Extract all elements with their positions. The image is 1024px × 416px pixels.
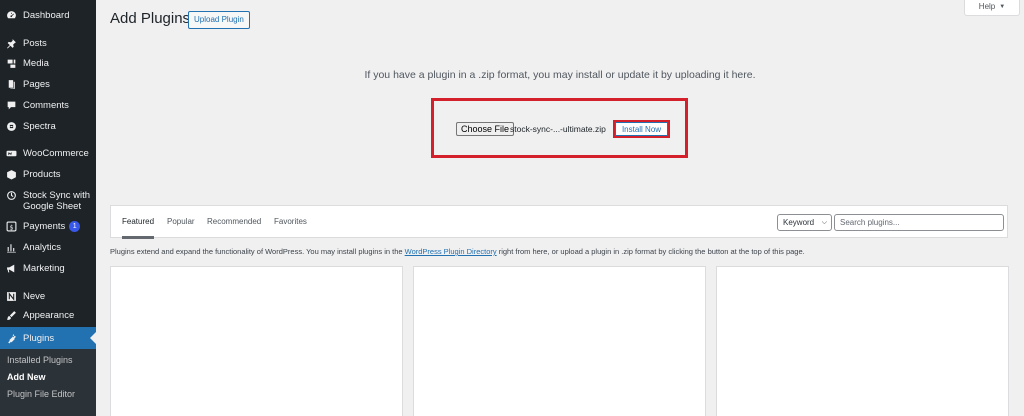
admin-sidebar: Dashboard Posts Media Pages Comments Spe… (0, 0, 96, 416)
products-icon (6, 169, 17, 180)
sidebar-item-label: Dashboard (23, 10, 70, 21)
upload-form-highlight: Choose File stock-sync-...-ultimate.zip … (431, 98, 688, 158)
brush-icon (6, 310, 17, 321)
plugins-submenu: Installed Plugins Add New Plugin File Ed… (0, 349, 96, 416)
chevron-down-icon: ⌵ (821, 219, 827, 226)
sidebar-item-label: Pages (23, 79, 50, 90)
page-title: Add Plugins (110, 10, 191, 27)
payments-badge: 1 (69, 221, 81, 232)
upload-instruction: If you have a plugin in a .zip format, y… (364, 69, 756, 81)
main-content: Add Plugins Upload Plugin Help ▼ If you … (96, 0, 1024, 416)
pages-icon (6, 79, 17, 90)
sidebar-item-dashboard[interactable]: Dashboard (0, 10, 96, 21)
media-icon (6, 58, 17, 69)
plugin-icon (6, 333, 17, 344)
plugin-filter-bar: Featured Popular Recommended Favorites K… (110, 205, 1008, 239)
sidebar-item-neve[interactable]: Neve (0, 291, 96, 302)
pin-icon (6, 38, 17, 49)
caret-down-icon: ▼ (999, 3, 1006, 10)
sidebar-item-label: Media (23, 58, 49, 69)
plugin-card (110, 266, 403, 416)
sidebar-item-products[interactable]: Products (0, 169, 96, 180)
install-now-button[interactable]: Install Now (615, 122, 668, 136)
description-text-end: right from here, or upload a plugin in .… (496, 247, 805, 256)
search-type-select[interactable]: Keyword ⌵ (777, 214, 832, 231)
search-type-value: Keyword (783, 218, 815, 227)
submenu-plugin-file-editor[interactable]: Plugin File Editor (0, 386, 96, 403)
plugin-card (413, 266, 706, 416)
tab-favorites[interactable]: Favorites (274, 206, 307, 239)
analytics-icon (6, 242, 17, 253)
sidebar-item-label: Analytics (23, 242, 62, 253)
sidebar-item-plugins[interactable]: Plugins (0, 327, 96, 349)
woo-icon (6, 148, 17, 159)
sidebar-item-label: Stock Sync with Google Sheet (23, 190, 91, 212)
tab-recommended[interactable]: Recommended (207, 206, 261, 239)
sidebar-item-label: Appearance (23, 310, 75, 321)
svg-text:$: $ (10, 224, 14, 231)
dashboard-icon (6, 10, 17, 21)
sidebar-item-label: Neve (23, 291, 46, 302)
sidebar-item-label: Payments 1 (23, 221, 81, 232)
sidebar-item-label: Spectra (23, 121, 56, 132)
help-label: Help (978, 2, 996, 11)
payments-label: Payments (23, 221, 66, 232)
neve-icon (6, 291, 17, 302)
submenu-add-new[interactable]: Add New (0, 369, 96, 386)
plugin-card (716, 266, 1009, 416)
plugin-directory-link[interactable]: WordPress Plugin Directory (405, 247, 497, 256)
tab-featured[interactable]: Featured (122, 206, 155, 239)
sidebar-item-comments[interactable]: Comments (0, 100, 96, 111)
spectra-icon (6, 121, 17, 132)
install-now-highlight: Install Now (613, 120, 670, 138)
sidebar-item-stock-sync[interactable]: Stock Sync with Google Sheet (0, 190, 96, 212)
choose-file-button[interactable]: Choose File (456, 122, 515, 136)
description-text: Plugins extend and expand the functional… (110, 247, 405, 256)
payments-icon: $ (6, 221, 17, 232)
sidebar-item-media[interactable]: Media (0, 58, 96, 69)
sidebar-item-label: WooCommerce (23, 148, 89, 159)
sidebar-item-spectra[interactable]: Spectra (0, 121, 96, 132)
sidebar-item-posts[interactable]: Posts (0, 38, 96, 49)
megaphone-icon (6, 263, 17, 274)
selected-file-name: stock-sync-...-ultimate.zip (510, 124, 606, 134)
sidebar-item-label: Comments (23, 100, 69, 111)
sidebar-item-pages[interactable]: Pages (0, 79, 96, 90)
search-plugins-input[interactable] (834, 214, 1004, 231)
sidebar-item-label: Plugins (23, 332, 55, 344)
sidebar-item-label: Posts (23, 38, 47, 49)
sidebar-item-analytics[interactable]: Analytics (0, 242, 96, 253)
help-tab[interactable]: Help ▼ (964, 0, 1020, 16)
tab-popular[interactable]: Popular (167, 206, 195, 239)
stock-sync-icon (6, 190, 17, 201)
comments-icon (6, 100, 17, 111)
upload-plugin-button[interactable]: Upload Plugin (188, 11, 250, 29)
sidebar-item-appearance[interactable]: Appearance (0, 310, 96, 321)
submenu-installed-plugins[interactable]: Installed Plugins (0, 352, 96, 369)
sidebar-item-label: Marketing (23, 263, 65, 274)
sidebar-item-marketing[interactable]: Marketing (0, 263, 96, 274)
sidebar-item-woocommerce[interactable]: WooCommerce (0, 148, 96, 159)
sidebar-item-label: Products (23, 169, 61, 180)
sidebar-item-payments[interactable]: $ Payments 1 (0, 221, 96, 232)
plugins-description: Plugins extend and expand the functional… (110, 247, 805, 256)
